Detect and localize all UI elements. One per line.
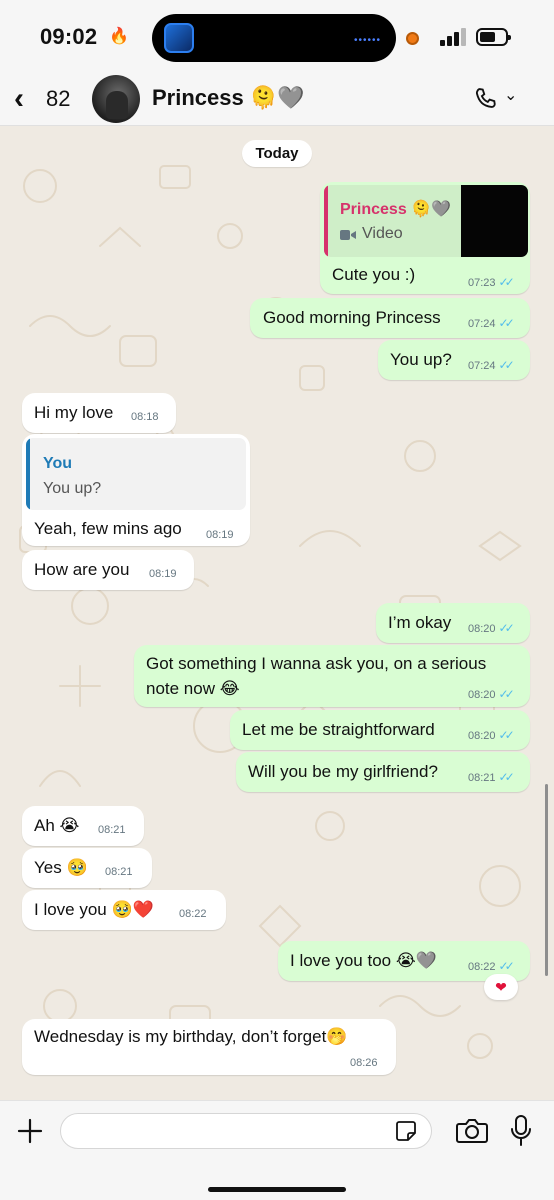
quote-text: You up? <box>43 480 102 497</box>
sticker-icon[interactable] <box>395 1120 417 1142</box>
dynamic-island[interactable]: •••••• <box>152 14 396 62</box>
message-text: I’m okay <box>388 613 452 632</box>
scrollbar[interactable] <box>545 784 548 976</box>
message-bubble-incoming[interactable]: You You up? Yeah, few mins ago 08:19 <box>22 434 250 546</box>
message-bubble-incoming[interactable]: Wednesday is my birthday, don’t forget🤭 … <box>22 1019 396 1075</box>
message-bubble-incoming[interactable]: I love you 🥹❤️ 08:22 <box>22 890 226 930</box>
message-text: Will you be my girlfriend? <box>248 762 438 781</box>
message-text-line: Got something I wanna ask you, on a seri… <box>146 654 487 673</box>
message-time: 08:20 ✓✓ <box>468 621 515 635</box>
read-ticks-icon: ✓✓ <box>498 316 515 330</box>
message-time: 08:21 ✓✓ <box>468 770 515 784</box>
phone-icon[interactable] <box>472 84 500 114</box>
quote-author: Princess 🫠🩶 <box>340 201 451 218</box>
status-bar: 09:02 🔥 •••••• <box>0 0 554 74</box>
message-text: I love you too 😭🩶 <box>290 951 437 970</box>
video-thumbnail <box>461 185 528 257</box>
unread-count[interactable]: 82 <box>46 86 70 112</box>
quote-bar <box>26 438 30 510</box>
read-ticks-icon: ✓✓ <box>498 358 515 372</box>
message-bubble-incoming[interactable]: Hi my love 08:18 <box>22 393 176 433</box>
read-ticks-icon: ✓✓ <box>498 770 515 784</box>
message-time: 08:20 ✓✓ <box>468 687 515 701</box>
message-text: Let me be straightforward <box>242 720 435 739</box>
message-bubble-outgoing[interactable]: Will you be my girlfriend? 08:21 ✓✓ <box>236 752 530 792</box>
audio-wave-icon: •••••• <box>354 35 382 46</box>
read-ticks-icon: ✓✓ <box>498 728 515 742</box>
message-time: 08:22 ✓✓ <box>468 959 515 973</box>
chevron-down-icon[interactable]: ⌄ <box>504 85 517 105</box>
message-list[interactable]: Today Princess 🫠🩶 Video Cute you :) 07:2… <box>0 126 554 1100</box>
message-text: Yes 🥹 <box>34 858 88 877</box>
message-time: 08:22 <box>179 908 207 920</box>
quoted-message[interactable]: You You up? <box>26 438 246 510</box>
message-bubble-outgoing[interactable]: Princess 🫠🩶 Video Cute you :) 07:23 ✓✓ <box>320 182 530 294</box>
message-time: 08:26 <box>350 1057 378 1069</box>
message-text: Cute you :) <box>332 265 416 284</box>
message-text: You up? <box>390 350 452 369</box>
message-text: Wednesday is my birthday, don’t forget🤭 <box>34 1027 348 1046</box>
message-bubble-incoming[interactable]: Ah 😭 08:21 <box>22 806 144 846</box>
date-divider: Today <box>242 140 312 167</box>
message-text: How are you <box>34 560 130 579</box>
home-indicator <box>208 1187 346 1192</box>
message-time: 08:19 <box>149 568 177 580</box>
message-text: Ah 😭 <box>34 816 80 835</box>
read-ticks-icon: ✓✓ <box>498 621 515 635</box>
message-time: 07:24 ✓✓ <box>468 358 515 372</box>
message-bubble-outgoing[interactable]: Let me be straightforward 08:20 ✓✓ <box>230 710 530 750</box>
message-text: Hi my love <box>34 403 114 422</box>
message-time: 08:21 <box>105 866 133 878</box>
message-time: 07:24 ✓✓ <box>468 316 515 330</box>
contact-name[interactable]: Princess 🫠🩶 <box>152 85 305 111</box>
read-ticks-icon: ✓✓ <box>498 959 515 973</box>
message-bubble-outgoing[interactable]: I’m okay 08:20 ✓✓ <box>376 603 530 643</box>
message-bubble-incoming[interactable]: Yes 🥹 08:21 <box>22 848 152 888</box>
message-bubble-outgoing[interactable]: Got something I wanna ask you, on a seri… <box>134 645 530 707</box>
read-ticks-icon: ✓✓ <box>498 687 515 701</box>
message-text-line: note now 😂 <box>146 679 240 698</box>
read-ticks-icon: ✓✓ <box>498 275 515 289</box>
microphone-icon[interactable] <box>510 1115 532 1147</box>
message-time: 08:18 <box>131 411 159 423</box>
message-bubble-outgoing[interactable]: You up? 07:24 ✓✓ <box>378 340 530 380</box>
chat-header: ‹ 82 Princess 🫠🩶 ⌄ <box>0 74 554 126</box>
message-text: I love you 🥹❤️ <box>34 900 154 919</box>
message-time: 08:19 <box>206 529 234 541</box>
flame-icon: 🔥 <box>109 28 129 45</box>
back-chevron-icon[interactable]: ‹ <box>14 82 24 116</box>
contact-avatar[interactable] <box>92 75 140 123</box>
recording-indicator-icon <box>406 32 419 45</box>
message-time: 08:21 <box>98 824 126 836</box>
video-camera-icon <box>340 223 356 240</box>
status-time: 09:02 <box>40 24 98 49</box>
message-text: Good morning Princess <box>263 308 441 327</box>
message-bubble-incoming[interactable]: How are you 08:19 <box>22 550 194 590</box>
quote-bar <box>324 185 328 257</box>
signal-icon <box>440 28 468 46</box>
quote-author: You <box>43 455 73 472</box>
quoted-message[interactable]: Princess 🫠🩶 Video <box>324 185 528 257</box>
message-text: Yeah, few mins ago <box>34 519 182 538</box>
quote-media-kind: Video <box>362 225 403 242</box>
app-icon <box>164 23 194 53</box>
camera-icon[interactable] <box>456 1118 488 1144</box>
message-input[interactable] <box>60 1113 432 1149</box>
message-time: 07:23 ✓✓ <box>468 275 515 289</box>
message-composer <box>0 1100 554 1200</box>
battery-icon <box>476 28 511 46</box>
message-time: 08:20 ✓✓ <box>468 728 515 742</box>
message-bubble-outgoing[interactable]: Good morning Princess 07:24 ✓✓ <box>250 298 530 338</box>
plus-icon[interactable] <box>16 1117 44 1145</box>
heart-reaction-icon[interactable]: ❤ <box>484 974 518 1000</box>
